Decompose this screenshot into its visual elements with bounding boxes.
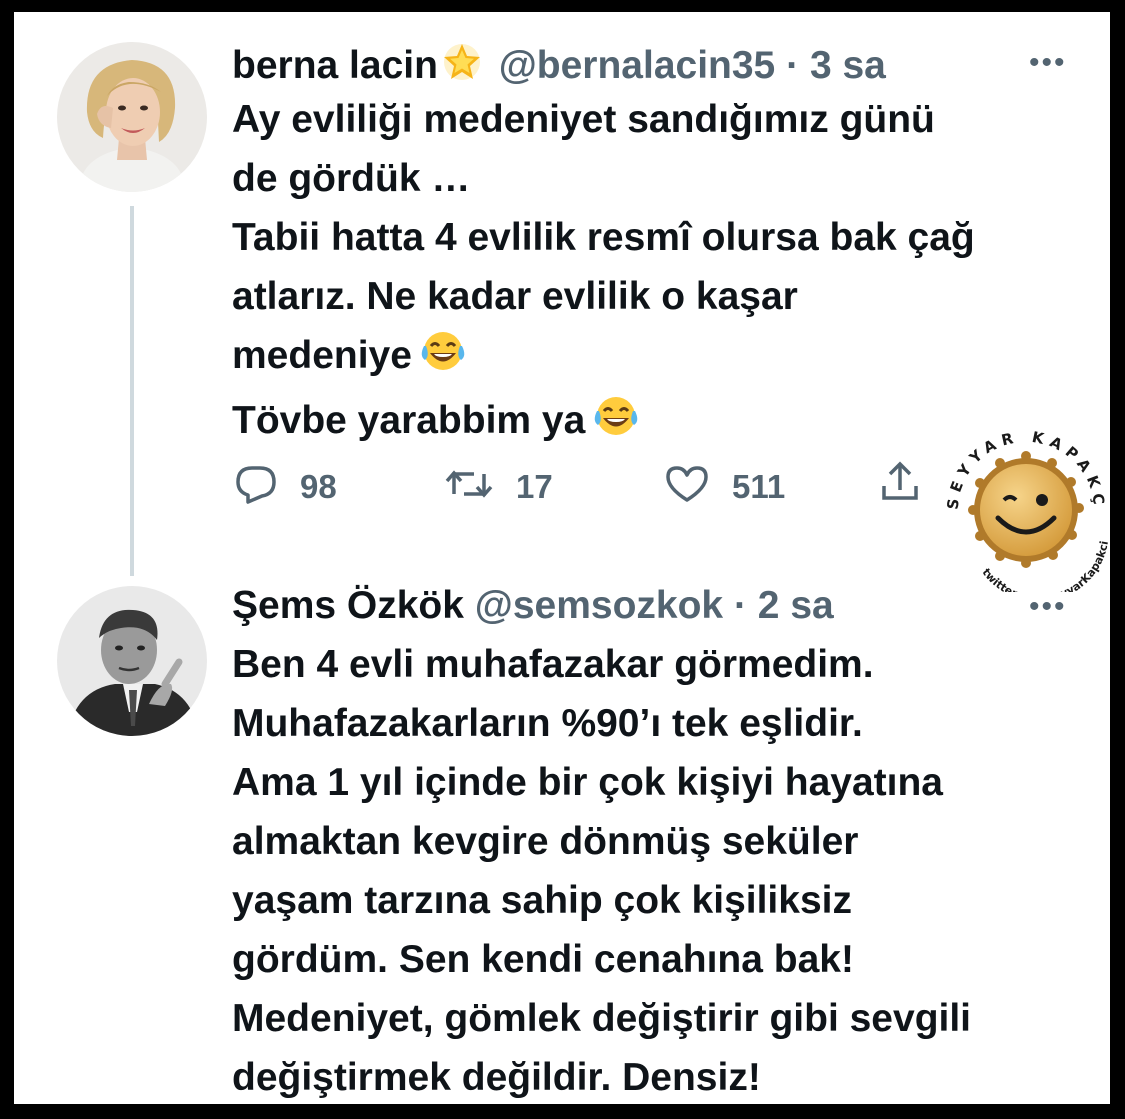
tweet-line: gördüm. Sen kendi cenahına bak! (232, 938, 854, 981)
glowing-star-icon (440, 40, 484, 89)
tweet-line: Ama 1 yıl içinde bir çok kişiyi hayatına (232, 761, 943, 804)
share-button[interactable] (880, 460, 920, 509)
retweet-button[interactable]: 17 (444, 464, 553, 509)
tweet-text: Ay evliliği medeniyet sandığımız günü de… (232, 90, 975, 456)
retweet-count: 17 (516, 467, 553, 505)
more-options-button[interactable]: ••• (1029, 592, 1067, 622)
reply-icon (234, 464, 278, 509)
more-options-button[interactable]: ••• (1029, 48, 1067, 78)
user-handle[interactable]: @semsozkok (475, 584, 723, 627)
separator-dot: · (786, 44, 800, 87)
timestamp[interactable]: 2 sa (758, 584, 834, 627)
tweet-line: almaktan kevgire dönmüş seküler (232, 820, 859, 863)
timestamp[interactable]: 3 sa (810, 44, 886, 87)
tweet-line: Ben 4 evli muhafazakar görmedim. (232, 643, 874, 686)
separator-dot: · (733, 584, 747, 627)
tweet-header: berna lacin @bernalacin35 · 3 sa (232, 40, 886, 89)
reply-button[interactable]: 98 (234, 464, 337, 509)
tweet-line: değiştirmek değildir. Densiz! (232, 1056, 761, 1099)
tears-of-joy-emoji (591, 393, 641, 456)
display-name[interactable]: berna lacin (232, 44, 438, 87)
tweet-thread: berna lacin @bernalacin35 · 3 sa ••• Ay … (14, 12, 1110, 1104)
tears-of-joy-emoji (418, 328, 468, 391)
avatar-berna-lacin[interactable] (57, 42, 207, 192)
retweet-icon (444, 464, 494, 509)
display-name[interactable]: Şems Özkök (232, 584, 464, 627)
like-button[interactable]: 511 (664, 464, 785, 509)
like-icon (664, 464, 710, 509)
bottle-cap-smiley-icon (968, 451, 1084, 568)
user-handle[interactable]: @bernalacin35 (499, 44, 776, 87)
seyyar-kapakci-watermark: SEYYAR KAPAKÇI twitter.com/SeyyarKapakci (934, 408, 1110, 605)
avatar-sems-ozkok[interactable] (57, 586, 207, 736)
tweet-line: Medeniyet, gömlek değiştirir gibi sevgil… (232, 997, 972, 1040)
tweet-line: Tabii hatta 4 evlilik resmî olursa bak ç… (232, 216, 975, 259)
tweet-line: de gördük … (232, 157, 471, 200)
tweet-line: atlarız. Ne kadar evlilik o kaşar (232, 275, 798, 318)
tweet-line: Muhafazakarların %90’ı tek eşlidir. (232, 702, 863, 745)
tweet-line: yaşam tarzına sahip çok kişiliksiz (232, 879, 852, 922)
tweet-header: Şems Özkök @semsozkok · 2 sa (232, 586, 834, 625)
thread-connector-line (130, 206, 134, 576)
tweet-line: Tövbe yarabbim ya (232, 399, 586, 442)
tweet-line: Ay evliliği medeniyet sandığımız günü (232, 98, 935, 141)
like-count: 511 (732, 467, 786, 505)
share-icon (880, 460, 920, 509)
tweet-text: Ben 4 evli muhafazakar görmedim. Muhafaz… (232, 635, 971, 1104)
reply-count: 98 (300, 467, 337, 505)
tweet-line: medeniye (232, 334, 412, 377)
